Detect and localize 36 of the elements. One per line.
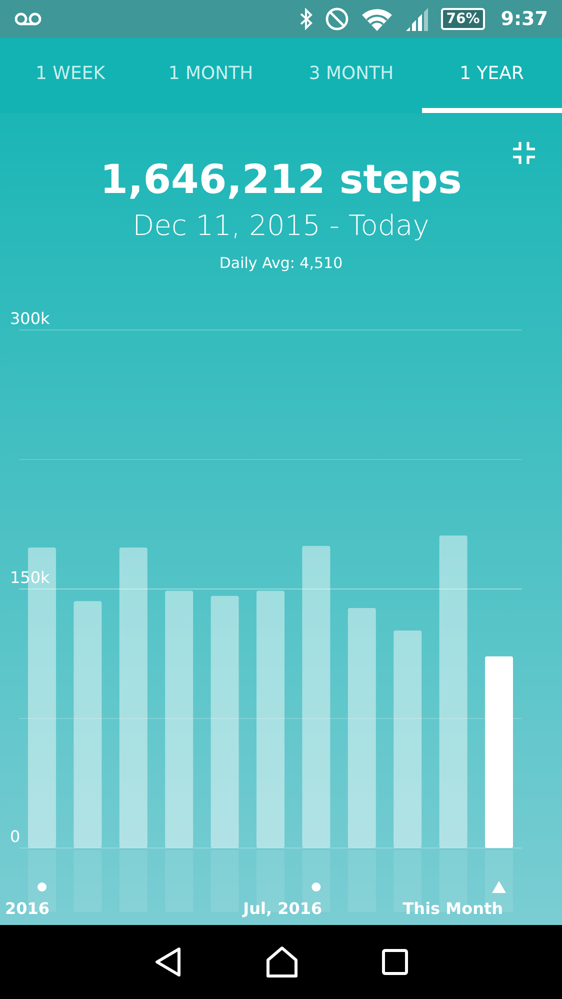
collapse-icon[interactable] [512,141,536,165]
step-bar[interactable] [348,608,376,848]
back-button[interactable] [154,947,182,977]
step-bar[interactable] [210,596,239,848]
step-bar[interactable] [439,535,468,848]
bluetooth-icon [299,8,314,30]
date-range: Dec 11, 2015 - Today [132,208,430,244]
step-bar[interactable] [74,601,102,848]
x-axis-label: This Month [402,899,503,918]
step-bar[interactable] [485,656,513,848]
status-time: 9:37 [500,8,548,30]
period-tab[interactable]: 1 WEEK [0,38,140,113]
do-not-disturb-icon [325,7,350,31]
period-tab[interactable]: 3 MONTH [281,38,422,113]
step-bar[interactable] [394,630,422,848]
step-bar[interactable] [119,548,148,848]
period-dot [312,882,321,892]
period-tab[interactable]: 1 MONTH [140,38,281,113]
y-axis-label: 0 [10,827,20,846]
wifi-icon [361,7,394,31]
period-dot [38,882,46,892]
step-bar[interactable] [165,590,194,848]
home-button[interactable] [266,946,298,978]
battery-indicator: 76% [441,8,485,30]
recents-button[interactable] [382,949,408,975]
x-axis-label: 2016 [5,899,50,918]
total-steps: 1,646,212 steps [100,156,462,204]
period-tab[interactable]: 1 YEAR [422,38,562,113]
y-axis-label: 300k [10,309,50,328]
current-marker [492,881,506,893]
voicemail-icon [14,12,42,26]
signal-icon [405,7,430,31]
x-axis-label: Jul, 2016 [243,899,322,918]
daily-average: Daily Avg: 4,510 [219,253,343,273]
step-bar[interactable] [302,546,330,848]
step-bar[interactable] [256,590,284,848]
